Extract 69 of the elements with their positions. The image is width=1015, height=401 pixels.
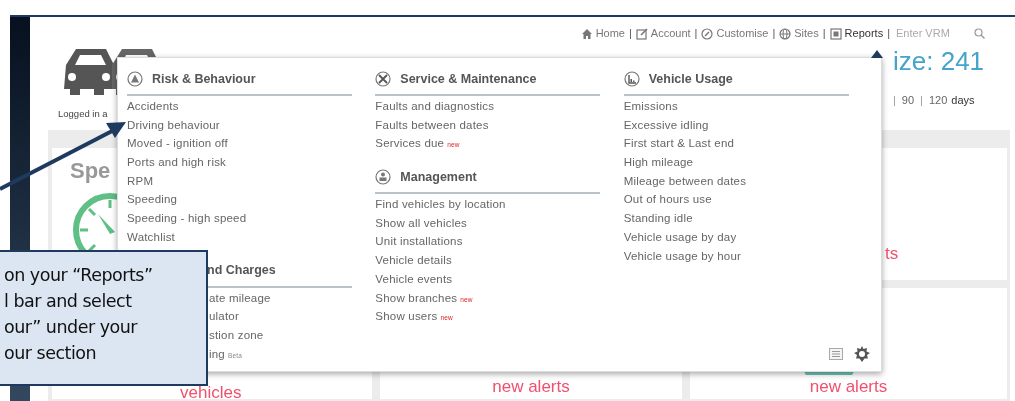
- tools-icon: [375, 71, 392, 87]
- logged-in-text: Logged in a: [58, 107, 108, 121]
- section-heading: nd Charges: [207, 262, 276, 280]
- menu-item[interactable]: ate mileage: [209, 289, 271, 309]
- period-unit: days: [951, 93, 975, 108]
- gauge-icon: [701, 27, 714, 40]
- menu-item[interactable]: Moved - ignition off: [127, 135, 228, 155]
- card-title: Spe: [70, 158, 111, 184]
- menu-item[interactable]: RPM: [127, 172, 154, 192]
- menu-item[interactable]: ulator: [209, 308, 239, 327]
- menu-item[interactable]: Show all vehicles: [375, 214, 467, 234]
- section-heading: Risk & Behaviour: [152, 70, 256, 88]
- menu-item[interactable]: Vehicle usage by hour: [623, 247, 742, 267]
- edit-icon: [635, 27, 648, 40]
- globe-icon: [779, 27, 792, 40]
- warning-icon: [127, 71, 143, 87]
- nav-link[interactable]: Sites: [779, 25, 819, 42]
- alert-caption: new alerts: [809, 377, 888, 397]
- chart-icon: [623, 71, 640, 87]
- menu-item[interactable]: Watchlist: [127, 228, 176, 248]
- menu-item[interactable]: Vehicle usage by day: [623, 228, 737, 248]
- period-link[interactable]: 120: [928, 92, 948, 109]
- period-separator: |: [893, 93, 896, 108]
- menu-item[interactable]: Out of hours use: [623, 191, 712, 211]
- settings-icon: [853, 345, 871, 363]
- menu-item[interactable]: Driving behaviour: [127, 116, 220, 136]
- menu-item[interactable]: Speeding: [127, 191, 178, 211]
- nav-separator: |: [629, 26, 632, 42]
- menu-item[interactable]: Emissions: [623, 98, 678, 117]
- alert-caption: ts: [885, 244, 899, 264]
- alert-caption: new alerts: [492, 377, 570, 397]
- menu-item[interactable]: High mileage: [623, 154, 694, 173]
- nav-separator: |: [822, 26, 826, 42]
- fleet-size: ize: 241: [893, 46, 985, 76]
- search-icon: [974, 28, 985, 39]
- nav-link[interactable]: Customise: [701, 25, 769, 42]
- menu-item[interactable]: Accidents: [127, 98, 179, 117]
- menu-item[interactable]: Find vehicles by location: [375, 196, 506, 215]
- list-icon: [829, 27, 842, 40]
- menu-item[interactable]: Vehicle events: [375, 270, 453, 290]
- callout-text: on your “Reports” l bar and select our” under your our section: [4, 264, 154, 365]
- menu-item[interactable]: Standing idle: [623, 210, 693, 229]
- menu-item[interactable]: Faults and diagnostics: [375, 98, 495, 117]
- nav-link[interactable]: Account: [635, 25, 691, 42]
- period-link[interactable]: 90: [901, 92, 915, 109]
- menu-item[interactable]: stion zone: [209, 326, 264, 346]
- menu-item[interactable]: Unit installations: [375, 233, 463, 253]
- period-separator: |: [920, 93, 923, 108]
- section-heading: Vehicle Usage: [648, 70, 733, 88]
- menu-item[interactable]: Faults between dates: [375, 116, 489, 136]
- nav-separator: |: [772, 26, 776, 42]
- nav-link[interactable]: Reports: [829, 25, 884, 42]
- menu-item[interactable]: Ports and high risk: [127, 154, 227, 173]
- alert-caption: vehicles: [180, 383, 243, 401]
- vrm-search-field[interactable]: Enter VRM: [896, 25, 964, 42]
- list-icon: [829, 348, 843, 360]
- menu-item[interactable]: Mileage between dates: [623, 172, 747, 192]
- dropdown-pointer: [871, 50, 883, 58]
- menu-item[interactable]: Speeding - high speed: [127, 210, 247, 229]
- home-icon: [580, 27, 593, 40]
- menu-item[interactable]: Excessive idling: [623, 116, 709, 136]
- menu-item[interactable]: Vehicle details: [375, 252, 452, 271]
- people-icon: [375, 169, 392, 186]
- menu-item[interactable]: First start & Last end: [623, 135, 735, 155]
- nav-link[interactable]: Home: [580, 25, 625, 42]
- nav-separator: |: [887, 26, 890, 42]
- nav-separator: |: [694, 26, 698, 42]
- section-heading: Service & Maintenance: [400, 70, 537, 88]
- section-heading: Management: [400, 168, 477, 186]
